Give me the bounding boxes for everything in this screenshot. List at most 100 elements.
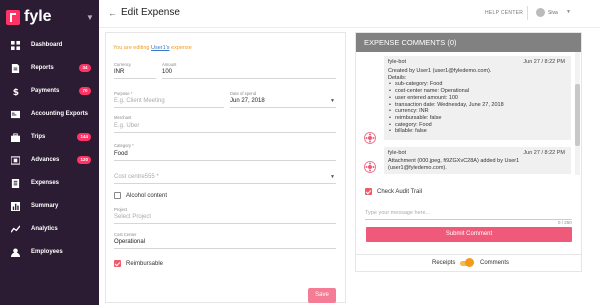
save-button[interactable]: Save <box>308 288 336 303</box>
sidebar-item-accounting-exports[interactable]: Accounting Exports <box>0 105 99 125</box>
field-underline <box>114 160 336 161</box>
submit-comment-button[interactable]: Submit Comment <box>366 227 572 242</box>
org-switcher[interactable]: fyle ▼ <box>6 8 94 28</box>
toggle-knob[interactable] <box>465 258 474 267</box>
briefcase-icon <box>11 133 20 142</box>
export-icon <box>11 110 20 119</box>
category-field[interactable]: Food <box>114 150 128 158</box>
grid-icon <box>11 41 20 50</box>
sidebar-item-advances[interactable]: Advances 120 <box>0 151 99 171</box>
sidebar-item-analytics[interactable]: Analytics <box>0 220 99 240</box>
amount-field[interactable]: 100 <box>162 68 172 76</box>
sidebar-item-payments[interactable]: $ Payments 70 <box>0 82 99 102</box>
fyle-bot-avatar-icon <box>364 132 376 144</box>
cost-center-label: Cost Center <box>114 232 137 237</box>
comment-item: fyle-bot Jun 27 / 8:22 PM Attachment (00… <box>384 147 571 174</box>
arrow-left-icon[interactable]: ← <box>108 8 117 19</box>
currency-field[interactable]: INR <box>114 68 124 76</box>
audit-trail-checkbox[interactable] <box>365 188 372 195</box>
dropdown-caret-icon: ▼ <box>330 174 335 180</box>
comment-item: fyle-bot Jun 27 / 8:22 PM Created by Use… <box>384 56 571 140</box>
comment-detail: sub-category: Food <box>388 81 567 88</box>
toggle-receipts-label[interactable]: Receipts <box>432 260 455 266</box>
editing-note: You are editing User1's expense <box>113 45 192 51</box>
bar-chart-icon <box>11 202 20 211</box>
comment-detail: billable: false <box>388 128 567 135</box>
comment-line: Created by User1 (user1@fyledemo.com). <box>388 68 492 74</box>
toggle-comments-label[interactable]: Comments <box>480 260 509 266</box>
sidebar: fyle ▼ Dashboard Reports 34 $ Payments 7… <box>0 0 99 305</box>
top-bar: ← Edit Expense HELP CENTER Siva ▼ <box>99 0 600 28</box>
comment-line: (user1@fyledemo.com). <box>388 164 447 171</box>
sidebar-item-reports[interactable]: Reports 34 <box>0 59 99 79</box>
svg-text:$: $ <box>13 88 19 96</box>
dropdown-caret-icon: ▼ <box>330 98 335 104</box>
project-label: Project <box>114 207 128 212</box>
field-underline <box>162 78 336 79</box>
sidebar-item-label: Payments <box>31 88 60 94</box>
expense-comments-panel: EXPENSE COMMENTS (0) fyle-bot Jun 27 / 8… <box>355 32 582 272</box>
help-center-link[interactable]: HELP CENTER <box>485 10 523 16</box>
sidebar-item-label: Dashboard <box>31 42 63 48</box>
sidebar-item-label: Analytics <box>31 226 58 232</box>
alcohol-checkbox[interactable] <box>114 192 121 199</box>
purpose-field[interactable]: E.g. Client Meeting <box>114 97 165 105</box>
comment-line: Details: <box>388 74 407 81</box>
field-underline <box>114 183 336 184</box>
field-underline <box>114 132 336 133</box>
count-badge: 120 <box>77 156 91 164</box>
count-badge: 34 <box>79 64 91 72</box>
receipt-icon <box>11 179 20 188</box>
comment-time: Jun 27 / 8:22 PM <box>523 150 565 156</box>
sidebar-item-label: Summary <box>31 203 59 209</box>
sidebar-item-label: Expenses <box>31 180 60 186</box>
sidebar-item-summary[interactable]: Summary <box>0 197 99 217</box>
alcohol-label: Alcohol content <box>126 193 168 199</box>
divider <box>527 6 528 20</box>
field-underline <box>114 107 224 108</box>
message-input[interactable]: Type your message here... <box>365 210 430 216</box>
chevron-down-icon: ▼ <box>86 13 94 22</box>
count-badge: 70 <box>79 87 91 95</box>
comment-detail: user entered amount: 100 <box>388 95 567 102</box>
dollar-icon: $ <box>13 88 19 96</box>
comment-detail: category: Food <box>388 122 567 129</box>
person-icon <box>11 248 20 257</box>
sidebar-item-employees[interactable]: Employees <box>0 243 99 263</box>
date-field[interactable]: Jun 27, 2018 <box>230 97 265 105</box>
comment-list[interactable]: fyle-bot Jun 27 / 8:22 PM Created by Use… <box>356 52 581 175</box>
user-link[interactable]: User1's <box>151 45 169 51</box>
sidebar-item-dashboard[interactable]: Dashboard <box>0 36 99 56</box>
view-toggle-row: Receipts Comments <box>356 254 581 272</box>
logo-text: fyle <box>24 8 52 25</box>
editing-note-suffix: expense <box>169 45 192 51</box>
sidebar-item-label: Reports <box>31 65 54 71</box>
field-underline <box>114 223 336 224</box>
cost-center-field[interactable]: Operational <box>114 238 145 246</box>
fyle-logo-icon <box>6 10 20 25</box>
comment-detail: currency: INR <box>388 108 567 115</box>
fyle-bot-avatar-icon <box>364 161 376 173</box>
comments-header: EXPENSE COMMENTS (0) <box>356 33 581 52</box>
chevron-down-icon: ▼ <box>566 9 571 15</box>
sidebar-item-expenses[interactable]: Expenses <box>0 174 99 194</box>
avatar <box>536 8 545 17</box>
cost-center-555-field[interactable]: Cost centre555 * <box>114 173 159 181</box>
scrollbar-thumb[interactable] <box>575 84 580 146</box>
comment-time: Jun 27 / 8:22 PM <box>523 59 565 65</box>
comment-detail: transaction date: Wednesday, June 27, 20… <box>388 102 567 109</box>
comment-detail: cost-center name: Operational <box>388 88 567 95</box>
user-name: Siva <box>548 10 558 16</box>
field-underline <box>230 107 336 108</box>
sidebar-item-trips[interactable]: Trips 144 <box>0 128 99 148</box>
field-underline <box>114 78 156 79</box>
comment-detail: reimbursable: false <box>388 115 567 122</box>
char-count: 0 / 250 <box>558 220 572 225</box>
merchant-field[interactable]: E.g. Uber <box>114 122 139 130</box>
project-field[interactable]: Select Project <box>114 213 151 221</box>
reimbursable-checkbox[interactable] <box>114 260 121 267</box>
count-badge: 144 <box>77 133 91 141</box>
report-icon <box>11 64 20 73</box>
reimbursable-label: Reimbursable <box>126 261 164 267</box>
editing-note-prefix: You are editing <box>113 45 152 51</box>
